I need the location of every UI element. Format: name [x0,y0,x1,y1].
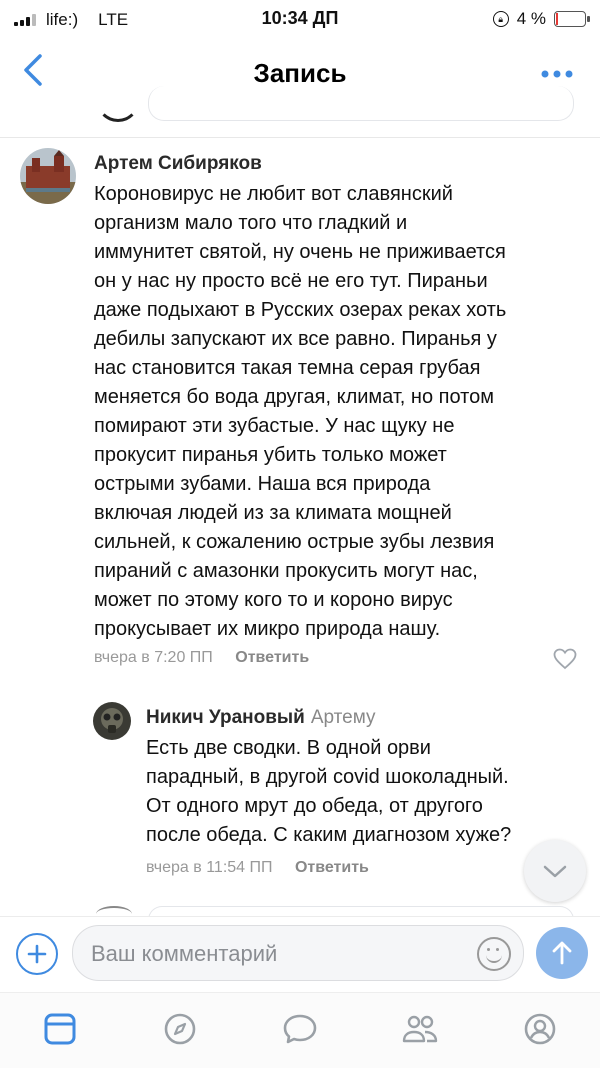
author-name[interactable]: Никич Урановый [146,707,305,728]
smile-icon[interactable] [477,937,511,971]
arrow-up-icon [552,941,572,965]
comment-text-line: Короновирус не любит вот славянский [94,183,453,205]
divider [0,137,600,138]
rotation-lock-icon: 🔒︎ [492,11,509,27]
comment-text-line: организм мало того что гладкий и [94,212,408,234]
scroll-down-button[interactable] [524,840,586,902]
reply-button[interactable]: Ответить [295,859,369,876]
tab-bar [0,992,600,1068]
more-dots-icon [541,70,573,78]
comment-text-line: От одного мрут до обеда, от другого [146,795,483,817]
comment-text-line: после обеда. С каким диагнозом хуже? [146,824,512,846]
comment-text-line: может по этому кого то и короно вирус [94,589,453,611]
comment-text-line: он у нас ну просто всё не его тут. Пиран… [94,270,488,292]
comment-time: вчера в 11:54 ПП [146,859,273,876]
page-title: Запись [253,58,347,88]
castle-avatar-image [20,148,76,204]
chevron-down-icon [543,865,567,878]
tab-friends[interactable] [400,1009,440,1049]
reply-field-partial [148,86,574,121]
reply-to-label[interactable]: Артему [311,707,376,728]
comment-composer: Ваш комментарий [0,916,600,989]
friends-icon [402,1015,438,1043]
tab-news[interactable] [40,1009,80,1049]
add-attachment-button[interactable] [16,933,58,975]
comment-text-line: острыми зубами. Наша вся природа [94,473,431,495]
heart-icon [553,648,577,670]
battery-percent: 4 % [516,9,546,28]
reply-button[interactable]: Ответить [235,649,309,666]
avatar[interactable] [20,148,76,204]
comment-text-line: прокусит пиранья убить только может [94,444,447,466]
comment-text-line: нас становится такая темна серая грубая [94,357,481,379]
comment-meta: вчера в 7:20 ПП Ответить [94,649,309,667]
avatar [96,78,140,122]
comment-placeholder: Ваш комментарий [91,941,278,966]
comment-text-line: дебилы запускают их все равно. Пиранья у [94,328,497,350]
comment-time: вчера в 7:20 ПП [94,649,213,666]
avatar[interactable] [93,702,131,740]
tab-profile[interactable] [520,1009,560,1049]
comment-input[interactable]: Ваш комментарий [72,925,524,981]
comment-text-line: иммунитет святой, ну очень не приживаетс… [94,241,506,263]
messages-icon [283,1014,317,1044]
news-icon [44,1013,76,1045]
comment-author[interactable]: Никич Урановый Артему [146,707,376,729]
send-button[interactable] [536,927,588,979]
more-button[interactable] [540,62,574,79]
comment-text-line: включая людей из за климата мощней [94,502,452,524]
like-button[interactable] [553,648,577,670]
comment-text-line: прокусывает их микро природа нашу. [94,618,441,640]
plus-icon [27,944,47,964]
comment-text-line: помирают эти зубастые. У нас щуку не [94,415,455,437]
comment-text-line: пираний с амазонки прокусить могут нас, [94,560,478,582]
comment-text: Есть две сводки. В одной орви парадный, в… [146,734,576,850]
comment-meta: вчера в 11:54 ПП Ответить [146,859,369,877]
compass-icon [164,1013,196,1045]
tab-discover[interactable] [160,1009,200,1049]
gasmask-avatar-image [93,702,131,740]
comment-text-line: парадный, в другой covid шоколадный. [146,766,509,788]
profile-icon [524,1013,556,1045]
comment-text-line: сильней, к сожалению острые зубы лезвия [94,531,495,553]
tab-messages[interactable] [280,1009,320,1049]
previous-comment-partial [0,86,600,130]
comment-text: Короновирус не любит вот славянский орган… [94,180,574,644]
comment-author[interactable]: Артем Сибиряков [94,153,262,175]
battery-icon [554,11,590,27]
status-bar: life:) LTE 10:34 ДП 🔒︎ 4 % [0,0,600,36]
comment-text-line: Есть две сводки. В одной орви [146,737,431,759]
comment-text-line: меняется бо вода другая, климат, но пото… [94,386,494,408]
comment-text-line: даже подыхают в Русских озерах реках хот… [94,299,507,321]
